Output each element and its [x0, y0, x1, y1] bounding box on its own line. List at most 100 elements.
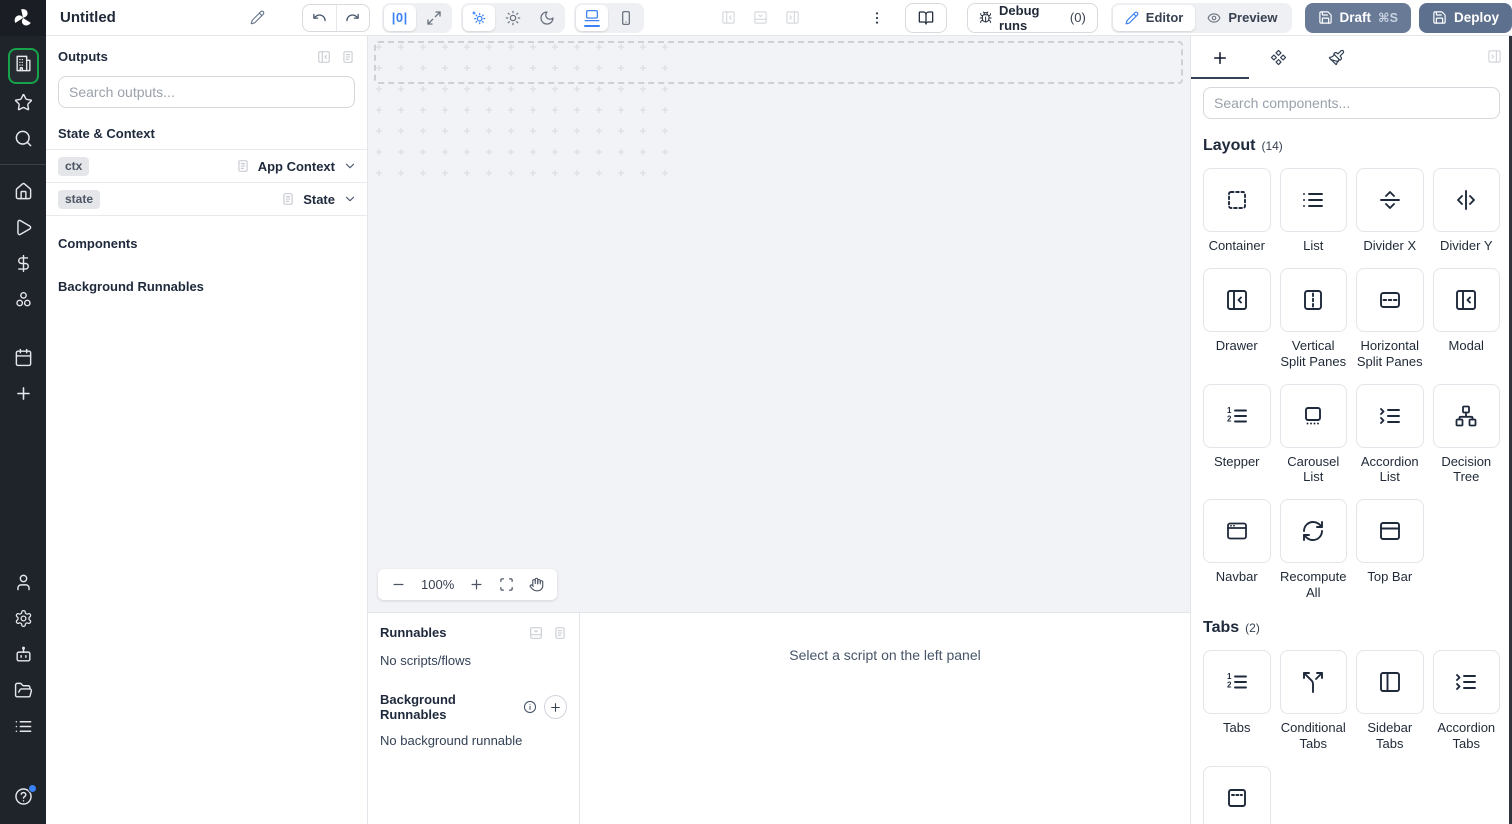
chevron-down-icon[interactable] — [343, 192, 357, 206]
sidebar-item-logs[interactable] — [0, 708, 46, 744]
sidebar-item-variables[interactable] — [0, 245, 46, 281]
collapse-right-panel-icon[interactable] — [1487, 49, 1502, 64]
component-top-bar[interactable]: Top Bar — [1356, 499, 1424, 601]
home-icon — [14, 182, 33, 201]
undo-button[interactable] — [303, 5, 336, 31]
mode-switch: Editor Preview — [1110, 2, 1292, 33]
component-horizontal-split-panes[interactable]: Horizontal Split Panes — [1356, 267, 1424, 370]
list-icon — [1301, 188, 1325, 212]
pan-tool-button[interactable] — [529, 577, 544, 592]
fit-view-button[interactable] — [499, 577, 514, 592]
maximize-canvas-button[interactable] — [418, 5, 450, 31]
component-accordion-list[interactable]: Accordion List — [1356, 383, 1424, 486]
sidebar-item-create[interactable] — [0, 375, 46, 411]
sidebar-item-schedules[interactable] — [0, 339, 46, 375]
reset-zoom-button[interactable]: |0| — [383, 4, 416, 31]
component-tabs[interactable]: 1 2 Tabs — [1203, 650, 1271, 752]
folder-icon — [14, 681, 33, 700]
tab-component-settings[interactable] — [1249, 36, 1307, 79]
debug-runs-button[interactable]: Debug runs (0) — [966, 2, 1098, 33]
component-card[interactable] — [1203, 765, 1271, 824]
component-divider-y[interactable]: Divider Y — [1432, 168, 1500, 254]
carousel-icon — [1301, 404, 1325, 428]
docs-button[interactable] — [904, 2, 947, 33]
light-theme-button[interactable] — [497, 5, 529, 31]
component-navbar[interactable]: Navbar — [1203, 499, 1271, 601]
no-scripts-text: No scripts/flows — [380, 653, 472, 668]
tab-styling[interactable] — [1307, 36, 1365, 79]
edit-title-button[interactable] — [244, 5, 272, 31]
component-divider-x[interactable]: Divider X — [1356, 168, 1424, 254]
component-conditional-tabs[interactable]: Conditional Tabs — [1279, 650, 1347, 752]
sidebar-item-help[interactable] — [0, 778, 46, 814]
chevron-down-icon[interactable] — [343, 159, 357, 173]
add-background-runnable-button[interactable] — [544, 695, 567, 719]
sidebar-item-account[interactable] — [0, 564, 46, 600]
tab-insert-component[interactable] — [1191, 36, 1249, 79]
mobile-view-button[interactable] — [610, 5, 642, 31]
state-context-header: State & Context — [58, 126, 155, 141]
toggle-right-panel-icon[interactable] — [785, 10, 800, 25]
dividerx-icon — [1378, 188, 1402, 212]
output-row-ctx[interactable]: ctx App Context — [46, 150, 367, 183]
sidebar-item-workers[interactable] — [0, 636, 46, 672]
redo-button[interactable] — [335, 4, 369, 31]
desktop-view-button[interactable] — [575, 4, 608, 31]
container-icon — [1225, 188, 1249, 212]
component-modal[interactable]: Modal — [1432, 267, 1500, 370]
more-menu-button[interactable] — [869, 10, 885, 26]
collapse-bottom-panel-icon[interactable] — [529, 626, 543, 640]
component-stepper[interactable]: 1 2 Stepper — [1203, 383, 1271, 486]
app-canvas[interactable]: 100% — [368, 36, 1190, 612]
cluster-icon — [14, 290, 33, 309]
component-container[interactable]: Container — [1203, 168, 1271, 254]
windmill-logo[interactable] — [0, 0, 46, 36]
collapse-panel-icon[interactable] — [317, 50, 331, 64]
accordionlist-icon — [1454, 670, 1478, 694]
editor-mode-button[interactable]: Editor — [1112, 4, 1196, 31]
deploy-button[interactable]: Deploy — [1418, 2, 1512, 33]
play-icon — [14, 218, 33, 237]
component-decision-tree[interactable]: Decision Tree — [1432, 383, 1500, 486]
component-recompute-all[interactable]: Recompute All — [1279, 499, 1347, 601]
auto-theme-button[interactable] — [462, 4, 495, 31]
bottom-panel: Runnables No scripts/flows Background Ru… — [368, 612, 1190, 824]
toggle-left-panel-icon[interactable] — [721, 10, 736, 25]
component-carousel-list[interactable]: Carousel List — [1279, 383, 1347, 486]
component-label: Top Bar — [1367, 569, 1413, 585]
component-label: Recompute All — [1280, 569, 1347, 601]
canvas-dropzone[interactable] — [374, 41, 1183, 84]
zoom-out-button[interactable] — [391, 577, 406, 592]
component-sidebar-tabs[interactable]: Sidebar Tabs — [1356, 650, 1424, 752]
sidebar-item-search[interactable] — [0, 120, 46, 156]
components-header: Components — [58, 236, 138, 251]
search-outputs-input[interactable] — [58, 76, 355, 108]
sidebar-item-home[interactable] — [0, 173, 46, 209]
preview-mode-button[interactable]: Preview — [1195, 5, 1289, 31]
component-list[interactable]: List — [1279, 168, 1347, 254]
stepper-icon: 12 — [1225, 404, 1249, 428]
zoom-in-button[interactable] — [469, 577, 484, 592]
sidebar-item-folders[interactable] — [0, 672, 46, 708]
select-script-hint: Select a script on the left panel — [789, 647, 981, 663]
sidebar-item-settings[interactable] — [0, 600, 46, 636]
dark-theme-button[interactable] — [531, 5, 563, 31]
draft-button[interactable]: Draft ⌘S — [1304, 2, 1411, 33]
output-row-state[interactable]: state State — [46, 183, 367, 216]
sidebar-item-resources[interactable] — [0, 281, 46, 317]
building-icon — [14, 54, 33, 73]
component-vertical-split-panes[interactable]: Vertical Split Panes — [1279, 267, 1347, 370]
search-components-input[interactable] — [1203, 87, 1500, 119]
zoom-level: 100% — [421, 577, 455, 592]
component-accordion-tabs[interactable]: Accordion Tabs — [1432, 650, 1500, 752]
doc-icon[interactable] — [341, 50, 355, 64]
sidebar-item-favorites[interactable] — [0, 84, 46, 120]
recompute-icon — [1301, 519, 1325, 543]
doc-icon[interactable] — [553, 626, 567, 640]
component-drawer[interactable]: Drawer — [1203, 267, 1271, 370]
canvas-position-group: |0| — [381, 2, 452, 33]
info-icon[interactable] — [523, 700, 537, 714]
sidebar-item-app-builder[interactable] — [0, 48, 46, 84]
sidebar-item-runs[interactable] — [0, 209, 46, 245]
toggle-bottom-panel-icon[interactable] — [753, 10, 768, 25]
